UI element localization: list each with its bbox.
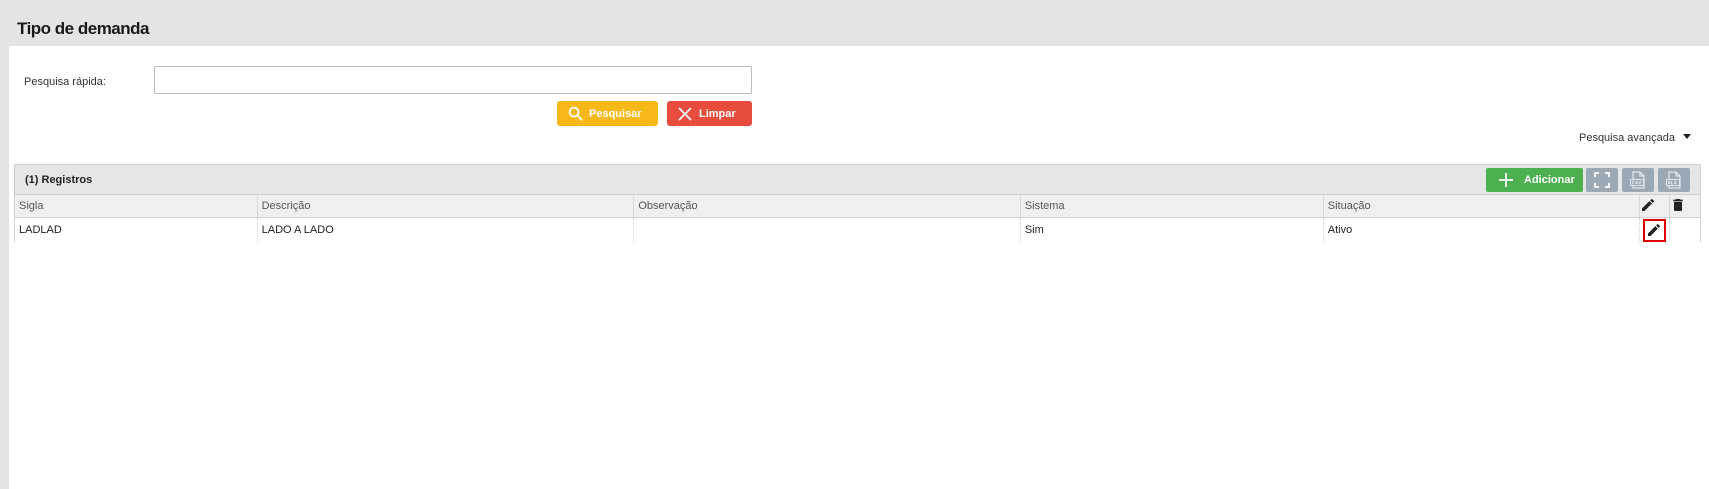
advanced-search-toggle[interactable]: Pesquisa avançada	[1579, 132, 1691, 144]
trash-icon	[1673, 198, 1683, 211]
column-header-situacao[interactable]: Situação	[1323, 195, 1640, 218]
fullscreen-button[interactable]	[1586, 168, 1618, 192]
column-header-edit	[1639, 195, 1671, 218]
close-icon	[678, 106, 692, 121]
records-table: Sigla Descrição Observação Sistema Situa…	[15, 195, 1700, 242]
edit-row-button[interactable]	[1642, 218, 1666, 242]
column-header-sigla[interactable]: Sigla	[15, 195, 258, 218]
records-panel: (1) Registros Adicionar Sigla Descrição …	[14, 164, 1701, 242]
records-panel-header: (1) Registros Adicionar	[15, 165, 1700, 195]
cell-edit	[1639, 217, 1671, 242]
csv-export-icon	[1630, 171, 1645, 189]
caret-down-icon	[1683, 134, 1691, 139]
clear-button-label: Limpar	[699, 107, 736, 120]
cell-observacao	[633, 217, 1021, 242]
cell-descricao: LADO A LADO	[257, 217, 635, 242]
advanced-search-label: Pesquisa avançada	[1578, 132, 1675, 144]
pencil-icon	[1641, 198, 1654, 211]
table-row[interactable]: LADLAD LADO A LADO Sim Ativo	[15, 217, 1700, 242]
add-button-label: Adicionar	[1524, 174, 1575, 186]
quick-search-input[interactable]	[154, 66, 752, 94]
records-count: (1) Registros	[25, 174, 93, 186]
clear-button[interactable]: Limpar	[667, 101, 752, 126]
column-header-descricao[interactable]: Descrição	[257, 195, 635, 218]
cell-delete	[1669, 217, 1700, 242]
search-icon	[568, 106, 583, 121]
column-header-sistema[interactable]: Sistema	[1020, 195, 1324, 218]
export-csv-button[interactable]	[1622, 168, 1654, 192]
cell-situacao: Ativo	[1323, 217, 1640, 242]
quick-search-label: Pesquisa rápida:	[24, 76, 106, 88]
page-header: Tipo de demanda	[0, 0, 1709, 46]
xls-export-icon	[1666, 171, 1681, 189]
plus-icon	[1499, 173, 1513, 187]
export-xls-button[interactable]	[1658, 168, 1690, 192]
content-area: Pesquisa rápida: Pesquisar Limpar Pesqui…	[9, 46, 1709, 489]
page-title: Tipo de demanda	[17, 19, 150, 38]
search-button[interactable]: Pesquisar	[557, 101, 658, 126]
column-header-observacao[interactable]: Observação	[633, 195, 1021, 218]
table-header-row: Sigla Descrição Observação Sistema Situa…	[15, 195, 1700, 218]
search-button-label: Pesquisar	[589, 107, 642, 120]
fullscreen-icon	[1594, 172, 1610, 188]
cell-sigla: LADLAD	[15, 217, 258, 242]
cell-sistema: Sim	[1020, 217, 1324, 242]
column-header-delete	[1669, 195, 1700, 218]
pencil-icon	[1648, 223, 1661, 236]
add-button[interactable]: Adicionar	[1486, 168, 1583, 192]
